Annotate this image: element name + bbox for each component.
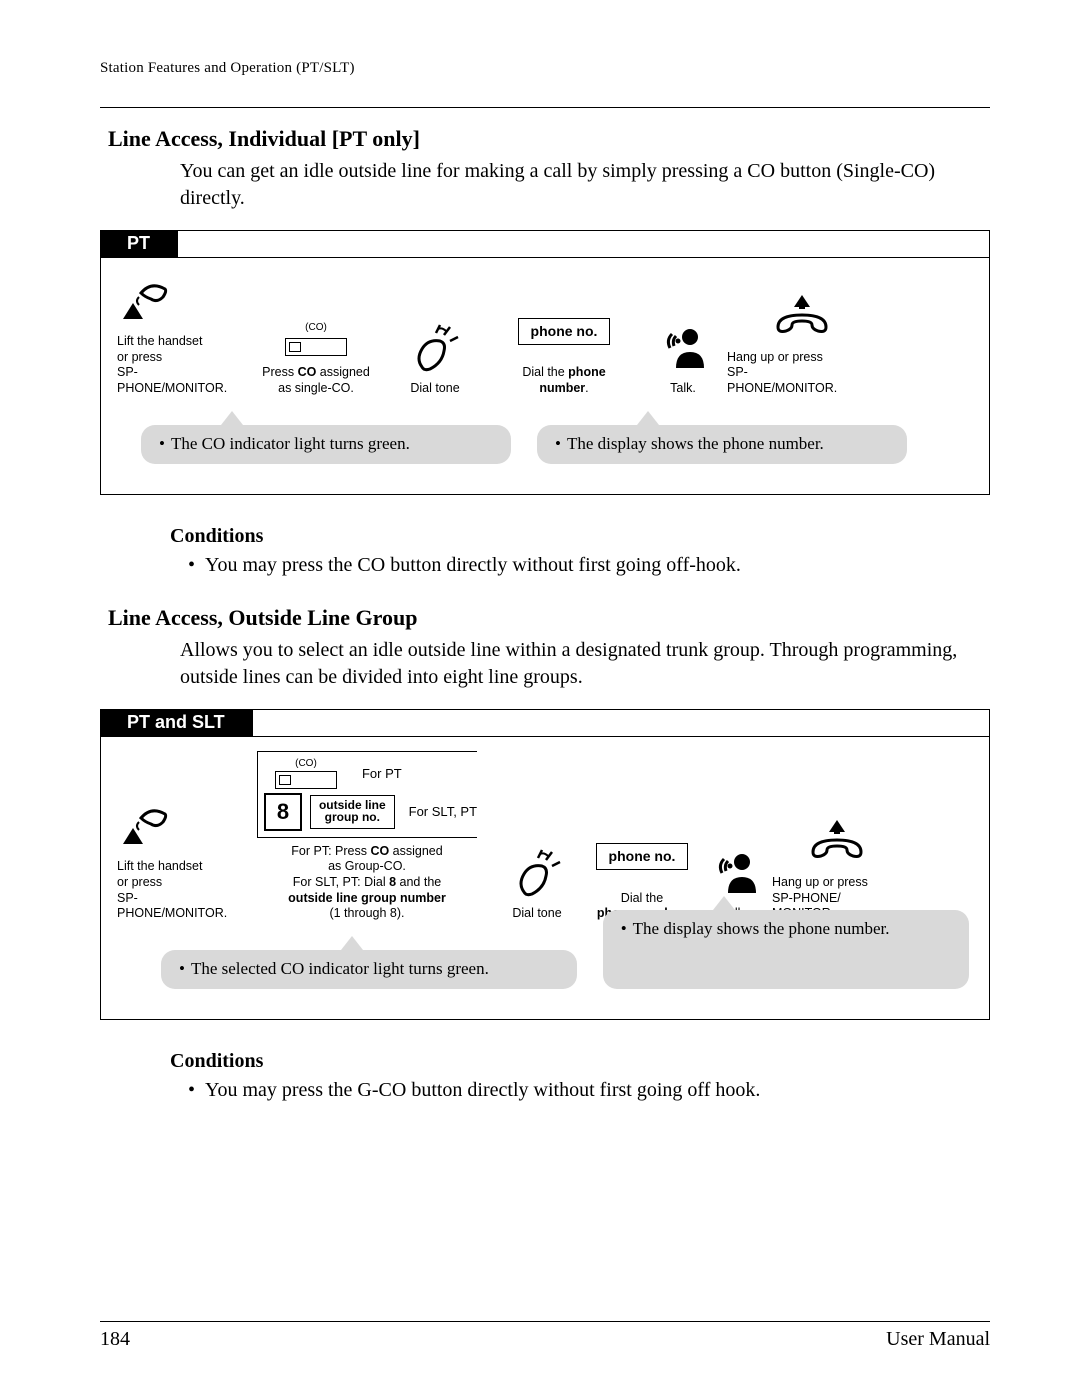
step4-caption: Dial the phone number. — [499, 365, 629, 396]
condition-2: •You may press the G-CO button directly … — [188, 1079, 968, 1102]
running-header: Station Features and Operation (PT/SLT) — [100, 60, 990, 77]
talk-icon — [658, 319, 708, 375]
intro-2: Allows you to select an idle outside lin… — [180, 637, 980, 691]
co-small-label: (CO) — [305, 322, 327, 333]
hang-up-icon — [807, 813, 867, 869]
heading-line-access-individual: Line Access, Individual [PT only] — [108, 126, 990, 152]
digit-8-box: 8 — [264, 793, 302, 831]
lift-handset-icon — [117, 797, 173, 853]
co-button-icon — [285, 338, 347, 356]
step1-caption-b: Lift the handset or press SP-PHONE/MONIT… — [117, 859, 237, 922]
co-button-icon — [275, 771, 337, 789]
talk-icon — [710, 844, 760, 900]
diagram-tab-pt: PT — [101, 231, 178, 258]
alt-input-column: (CO) For PT 8 outside line group no. For… — [257, 751, 477, 838]
step6-caption: Hang up or press SP-PHONE/MONITOR. — [727, 350, 857, 397]
note-co-green: •The CO indicator light turns green. — [141, 425, 511, 464]
diagram-pt: PT Lift the handset or press SP-PHONE/MO… — [100, 230, 990, 495]
diagram-pt-slt: PT and SLT Lift the handset or press SP-… — [100, 709, 990, 1020]
step2-caption-b: For PT: Press CO assigned as Group-CO. F… — [288, 844, 446, 922]
page-number: 184 — [100, 1328, 130, 1351]
diagram-tab-pt-slt: PT and SLT — [101, 710, 253, 737]
conditions-heading-2: Conditions — [170, 1050, 990, 1073]
hang-up-icon — [772, 288, 832, 344]
step3-caption: Dial tone — [410, 381, 459, 397]
condition-1: •You may press the CO button directly wi… — [188, 554, 968, 577]
conditions-heading-1: Conditions — [170, 525, 990, 548]
rule-top — [100, 107, 990, 108]
phone-no-box: phone no. — [596, 843, 689, 870]
note-selected-co-green: •The selected CO indicator light turns g… — [161, 950, 577, 989]
heading-line-access-group: Line Access, Outside Line Group — [108, 605, 990, 631]
note-display-number-b: •The display shows the phone number. — [603, 910, 969, 989]
doc-title: User Manual — [886, 1328, 990, 1351]
dial-tone-icon — [406, 319, 464, 375]
outside-line-group-box: outside line group no. — [310, 795, 395, 829]
step5-caption: Talk. — [670, 381, 696, 397]
step3-caption-b: Dial tone — [512, 906, 561, 922]
phone-no-box: phone no. — [518, 318, 611, 345]
note-display-number: •The display shows the phone number. — [537, 425, 907, 464]
page-footer: 184 User Manual — [100, 1321, 990, 1351]
lift-handset-icon — [117, 272, 173, 328]
step2-caption: Press CO assigned as single-CO. — [262, 365, 370, 396]
intro-1: You can get an idle outside line for mak… — [180, 158, 980, 212]
step1-caption: Lift the handset or press SP-PHONE/MONIT… — [117, 334, 237, 397]
dial-tone-icon — [508, 844, 566, 900]
